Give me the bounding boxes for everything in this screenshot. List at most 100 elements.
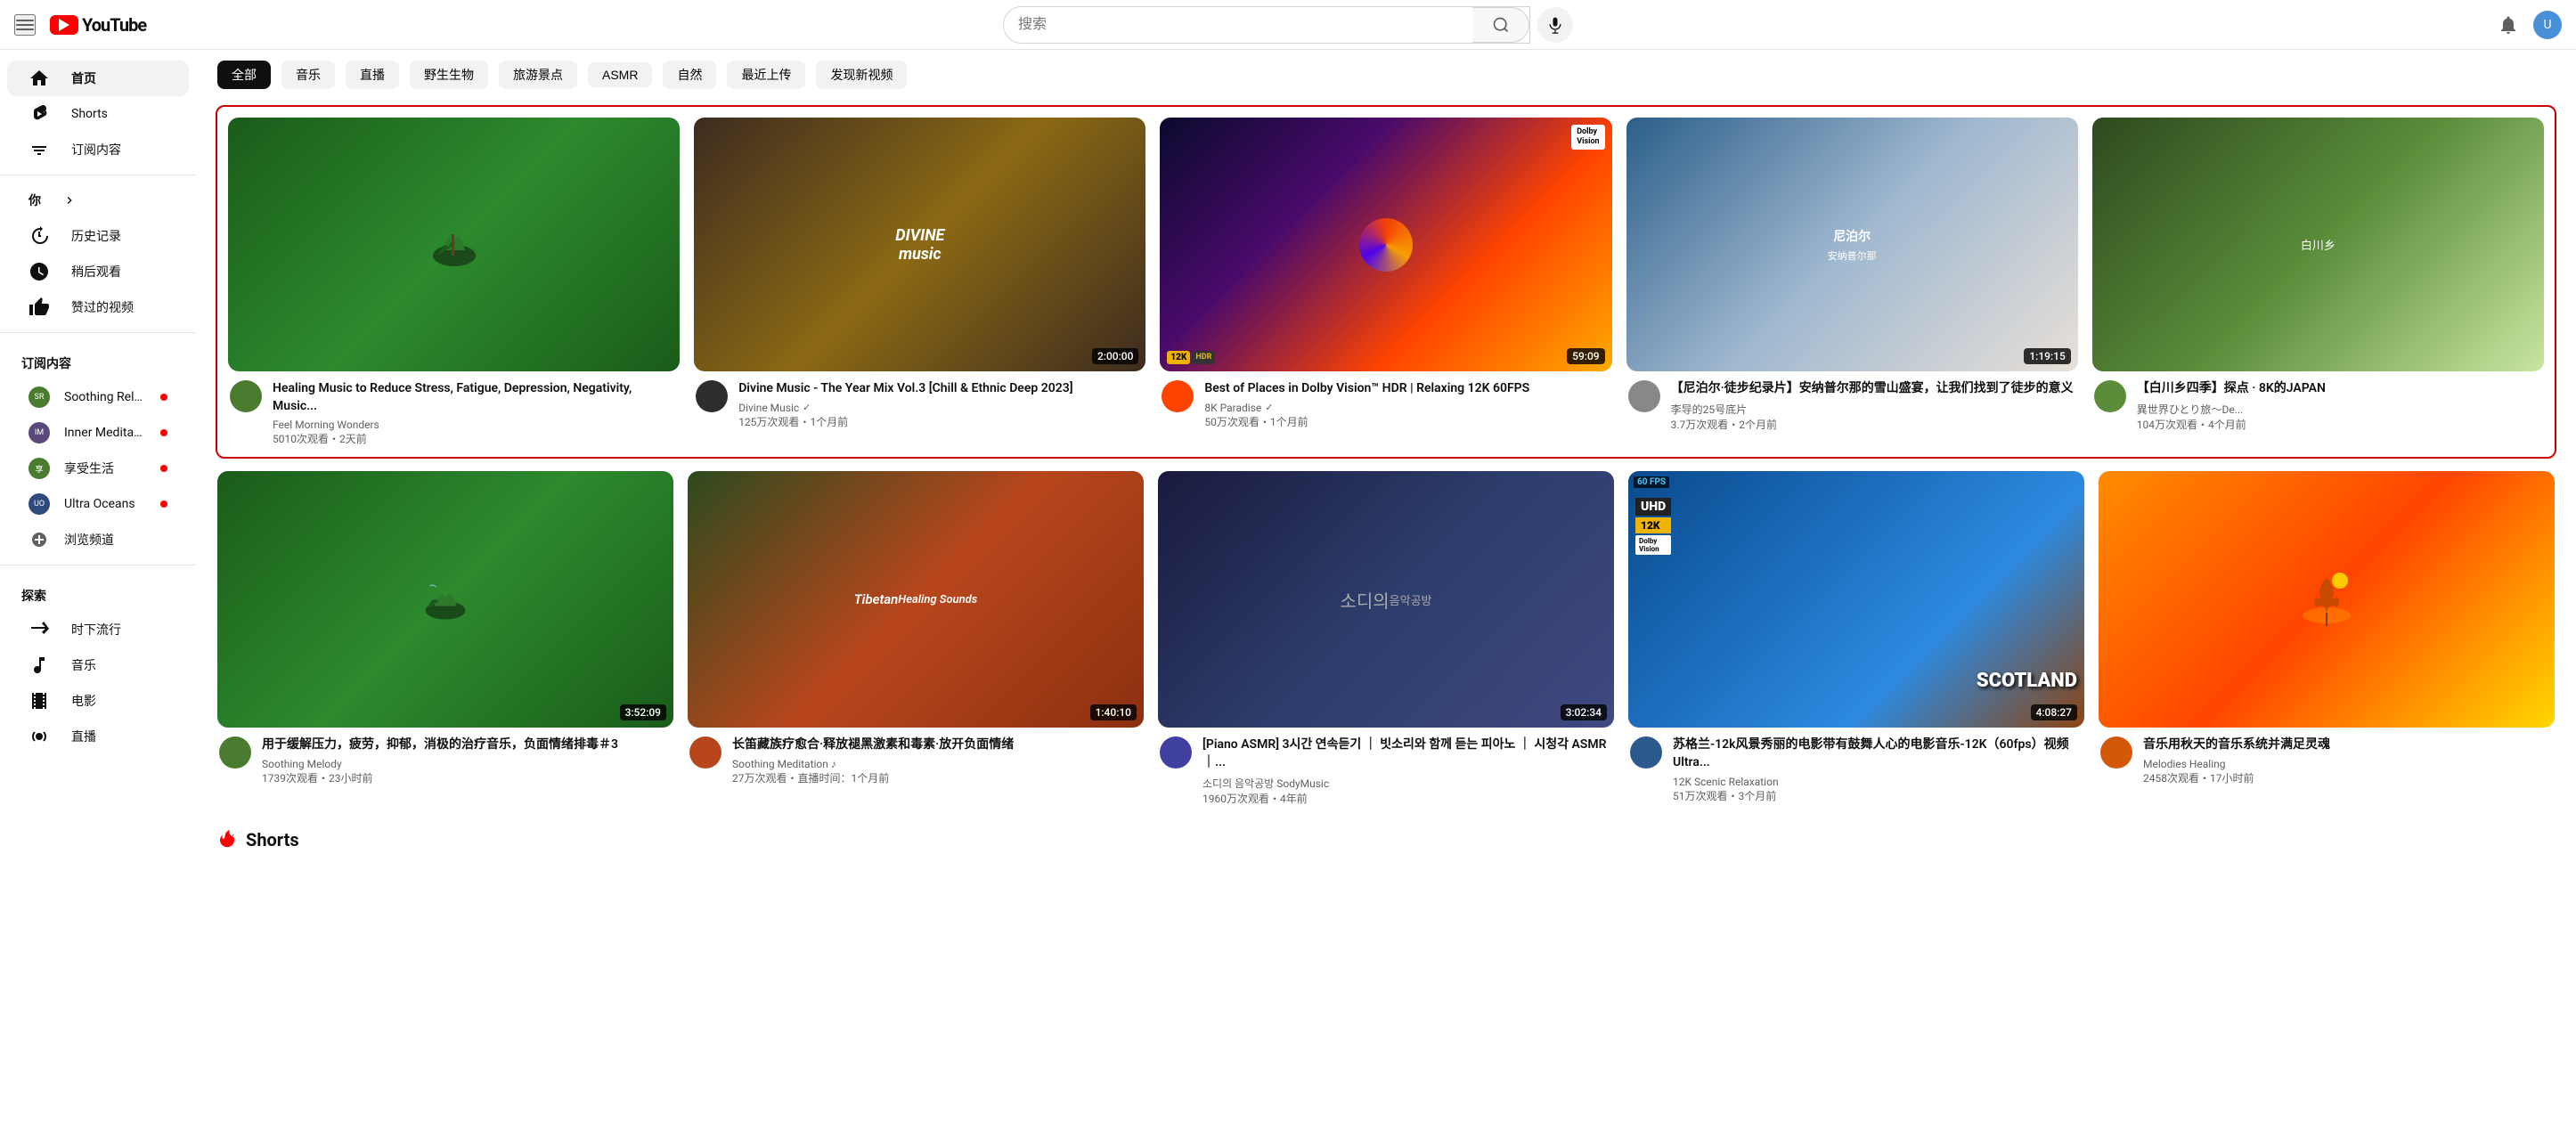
explore-section-title: 探索 bbox=[0, 573, 196, 612]
video-card-7[interactable]: TibetanHealing Sounds 1:40:10 长笛藏族疗愈合·释放… bbox=[688, 471, 1144, 805]
thumbnail-6: 3:52:09 bbox=[217, 471, 673, 728]
duration-badge-6: 3:52:09 bbox=[620, 704, 666, 720]
thumbnail-9: 60 FPS UHD 12K DolbyVision SCOTLAND 4:08… bbox=[1628, 471, 2084, 728]
user-avatar[interactable]: U bbox=[2533, 11, 2562, 39]
live-dot-3 bbox=[160, 465, 167, 472]
video-info-10: 音乐用秋天的音乐系统并满足灵魂 Melodies Healing 2458次观看… bbox=[2099, 736, 2555, 785]
menu-button[interactable] bbox=[14, 14, 36, 36]
video-channel-4: 李导的25号底片 bbox=[1671, 402, 2076, 417]
video-card-5[interactable]: 白川乡 【白川乡四季】探点 · 8K的JAPAN 異世界ひとり旅～De... 1… bbox=[2092, 118, 2544, 446]
watch-later-label: 稍后观看 bbox=[71, 263, 121, 281]
video-card-3[interactable]: DolbyVision 12K HDR 59:09 Best of Places… bbox=[1160, 118, 1611, 446]
trending-label: 时下流行 bbox=[71, 621, 121, 639]
chevron-right-icon bbox=[62, 193, 77, 207]
filter-music[interactable]: 音乐 bbox=[281, 61, 335, 89]
channel-avatar-1 bbox=[230, 380, 262, 412]
sidebar-shorts-label: Shorts bbox=[71, 107, 108, 121]
video-details-6: 用于缓解压力，疲劳，抑郁，消极的治疗音乐，负面情绪排毒＃3 Soothing M… bbox=[262, 736, 672, 785]
filter-asmr[interactable]: ASMR bbox=[588, 62, 652, 87]
filter-recent[interactable]: 最近上传 bbox=[727, 61, 805, 89]
movies-label: 电影 bbox=[71, 692, 96, 710]
video-card-6[interactable]: 3:52:09 用于缓解压力，疲劳，抑郁，消极的治疗音乐，负面情绪排毒＃3 So… bbox=[217, 471, 673, 805]
channel-avatar-7 bbox=[689, 736, 721, 769]
filter-discover[interactable]: 发现新视频 bbox=[816, 61, 907, 89]
search-button[interactable] bbox=[1472, 7, 1529, 43]
sub-item-1[interactable]: SR Soothing Relaxat... bbox=[7, 379, 189, 415]
duration-badge-9: 4:08:27 bbox=[2031, 704, 2077, 720]
thumbnail-8: 소디의음악공방 3:02:34 bbox=[1158, 471, 1614, 728]
video-channel-8: 소디의 음악공방 SodyMusic bbox=[1202, 776, 1612, 791]
mic-button[interactable] bbox=[1537, 7, 1573, 43]
video-card-8[interactable]: 소디의음악공방 3:02:34 [Piano ASMR] 3시간 연속듣기 ｜ … bbox=[1158, 471, 1614, 805]
duration-badge-7: 1:40:10 bbox=[1090, 704, 1137, 720]
video-title-4: 【尼泊尔·徒步纪录片】安纳普尔那的雪山盛宴，让我们找到了徒步的意义 bbox=[1671, 380, 2076, 398]
sidebar-item-you[interactable]: 你 bbox=[7, 183, 189, 218]
sidebar-item-music[interactable]: 音乐 bbox=[7, 647, 189, 683]
sidebar-item-live[interactable]: 直播 bbox=[7, 719, 189, 754]
nature-thumb-icon-2 bbox=[423, 577, 468, 622]
sub-item-browse[interactable]: 浏览频道 bbox=[7, 522, 189, 557]
video-title-3: Best of Places in Dolby Vision™ HDR | Re… bbox=[1204, 380, 1610, 398]
channel-avatar-4 bbox=[1628, 380, 1660, 412]
thumbnail-3: DolbyVision 12K HDR 59:09 bbox=[1160, 118, 1611, 371]
video-channel-5: 異世界ひとり旅～De... bbox=[2137, 402, 2542, 417]
video-info-7: 长笛藏族疗愈合·释放褪黑激素和毒素·放开负面情绪 Soothing Medita… bbox=[688, 736, 1144, 785]
channel-avatar-2 bbox=[696, 380, 728, 412]
sub-item-4[interactable]: UO Ultra Oceans bbox=[7, 486, 189, 522]
sub-item-3[interactable]: 享 享受生活 bbox=[7, 451, 189, 486]
video-card-4[interactable]: 尼泊尔 安纳普尔那 1:19:15 【尼泊尔·徒步纪录片】安纳普尔那的雪山盛宴，… bbox=[1626, 118, 2078, 446]
video-meta-5: 104万次观看・4个月前 bbox=[2137, 417, 2542, 432]
sidebar-item-liked[interactable]: 赞过的视频 bbox=[7, 289, 189, 325]
thumbnail-4: 尼泊尔 安纳普尔那 1:19:15 bbox=[1626, 118, 2078, 371]
channel-avatar-8 bbox=[1160, 736, 1192, 769]
sidebar-item-shorts[interactable]: Shorts bbox=[7, 96, 189, 132]
live-icon bbox=[29, 726, 50, 747]
video-meta-4: 3.7万次观看・2个月前 bbox=[1671, 417, 2076, 432]
sidebar-item-home[interactable]: 首页 bbox=[7, 61, 189, 96]
video-meta-8: 1960万次观看・4年前 bbox=[1202, 791, 1612, 806]
history-icon bbox=[29, 225, 50, 247]
history-label: 历史记录 bbox=[71, 227, 121, 245]
filter-nature[interactable]: 自然 bbox=[663, 61, 716, 89]
filter-wildlife[interactable]: 野生生物 bbox=[410, 61, 488, 89]
video-card-10[interactable]: 音乐用秋天的音乐系统并满足灵魂 Melodies Healing 2458次观看… bbox=[2099, 471, 2555, 805]
video-details-3: Best of Places in Dolby Vision™ HDR | Re… bbox=[1204, 380, 1610, 429]
notifications-button[interactable] bbox=[2490, 7, 2526, 43]
browse-channels-label: 浏览频道 bbox=[64, 531, 167, 549]
video-title-10: 音乐用秋天的音乐系统并满足灵魂 bbox=[2143, 736, 2553, 754]
sidebar-subscriptions-label: 订阅内容 bbox=[71, 141, 121, 159]
liked-label: 赞过的视频 bbox=[71, 298, 134, 316]
sub-label-2: Inner Meditation ... bbox=[64, 426, 146, 440]
channel-avatar-3 bbox=[1162, 380, 1194, 412]
channel-avatar-9 bbox=[1630, 736, 1662, 769]
filter-live[interactable]: 直播 bbox=[346, 61, 399, 89]
search-input[interactable] bbox=[1004, 7, 1472, 43]
video-channel-2: Divine Music ✓ bbox=[738, 402, 1144, 414]
video-details-10: 音乐用秋天的音乐系统并满足灵魂 Melodies Healing 2458次观看… bbox=[2143, 736, 2553, 785]
video-card-9[interactable]: 60 FPS UHD 12K DolbyVision SCOTLAND 4:08… bbox=[1628, 471, 2084, 805]
thumbnail-10 bbox=[2099, 471, 2555, 728]
video-info-3: Best of Places in Dolby Vision™ HDR | Re… bbox=[1160, 380, 1611, 429]
video-details-4: 【尼泊尔·徒步纪录片】安纳普尔那的雪山盛宴，让我们找到了徒步的意义 李导的25号… bbox=[1671, 380, 2076, 432]
live-dot-2 bbox=[160, 429, 167, 436]
sidebar-item-subscriptions[interactable]: 订阅内容 bbox=[7, 132, 189, 167]
sidebar-item-trending[interactable]: 时下流行 bbox=[7, 612, 189, 647]
sidebar-item-movies[interactable]: 电影 bbox=[7, 683, 189, 719]
search-icon bbox=[1492, 16, 1510, 34]
video-card-1[interactable]: Healing Music to Reduce Stress, Fatigue,… bbox=[228, 118, 680, 446]
shorts-header-icon bbox=[217, 827, 239, 853]
filter-travel[interactable]: 旅游景点 bbox=[499, 61, 577, 89]
video-card-2[interactable]: DIVINEmusic 2:00:00 Divine Music - The Y… bbox=[694, 118, 1145, 446]
filter-all[interactable]: 全部 bbox=[217, 61, 271, 89]
sub-item-2[interactable]: IM Inner Meditation ... bbox=[7, 415, 189, 451]
duration-badge-8: 3:02:34 bbox=[1561, 704, 1607, 720]
live-label: 直播 bbox=[71, 728, 96, 745]
youtube-logo[interactable]: YouTube bbox=[50, 14, 146, 36]
sidebar-item-history[interactable]: 历史记录 bbox=[7, 218, 189, 254]
channel-avatar-5 bbox=[2094, 380, 2126, 412]
sidebar-item-watch-later[interactable]: 稍后观看 bbox=[7, 254, 189, 289]
sub-label-3: 享受生活 bbox=[64, 460, 146, 477]
header: YouTube U bbox=[0, 0, 2576, 50]
video-info-5: 【白川乡四季】探点 · 8K的JAPAN 異世界ひとり旅～De... 104万次… bbox=[2092, 380, 2544, 432]
bell-icon bbox=[2498, 14, 2519, 36]
